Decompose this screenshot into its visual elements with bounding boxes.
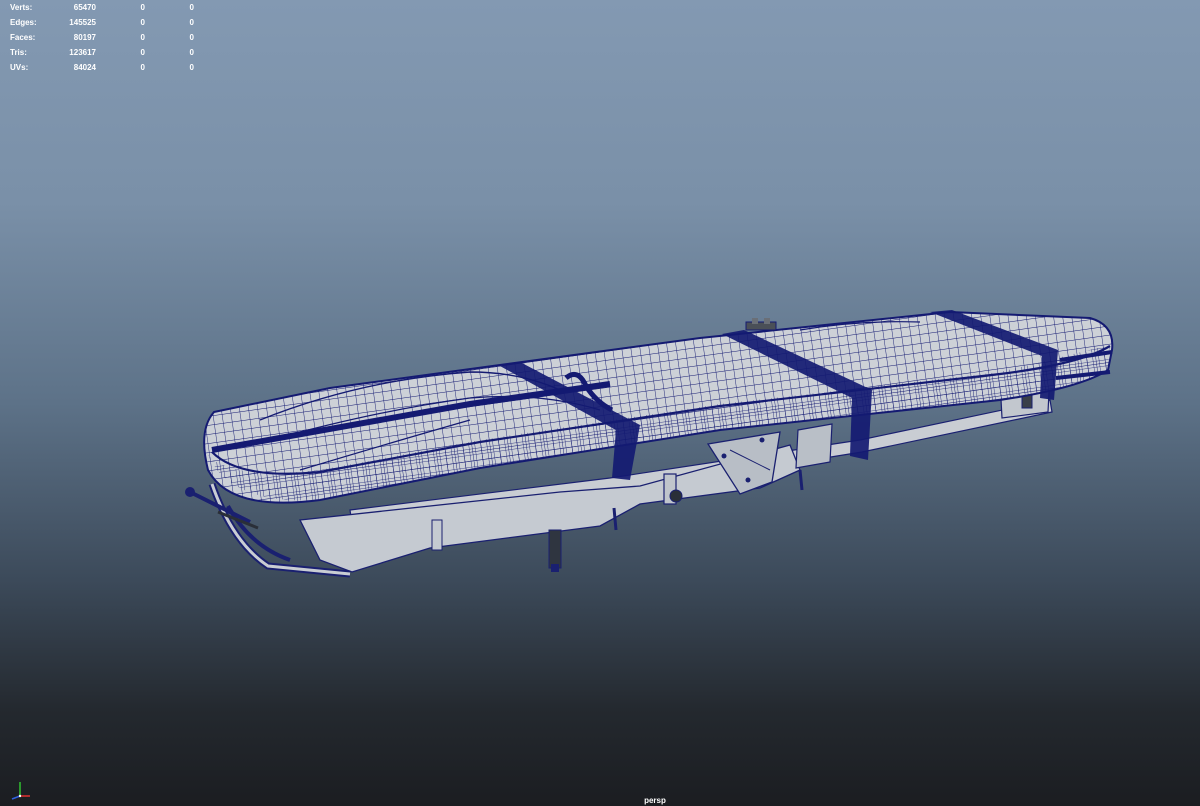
leg-front [548,529,562,569]
side-panel [795,423,833,469]
camera-name-label: persp [644,796,666,805]
perspective-viewport[interactable]: Verts: 65470 0 0 Edges: 145525 0 0 Faces… [0,0,1200,806]
strap-buckle [745,321,777,331]
stretcher-model[interactable] [0,0,1200,806]
